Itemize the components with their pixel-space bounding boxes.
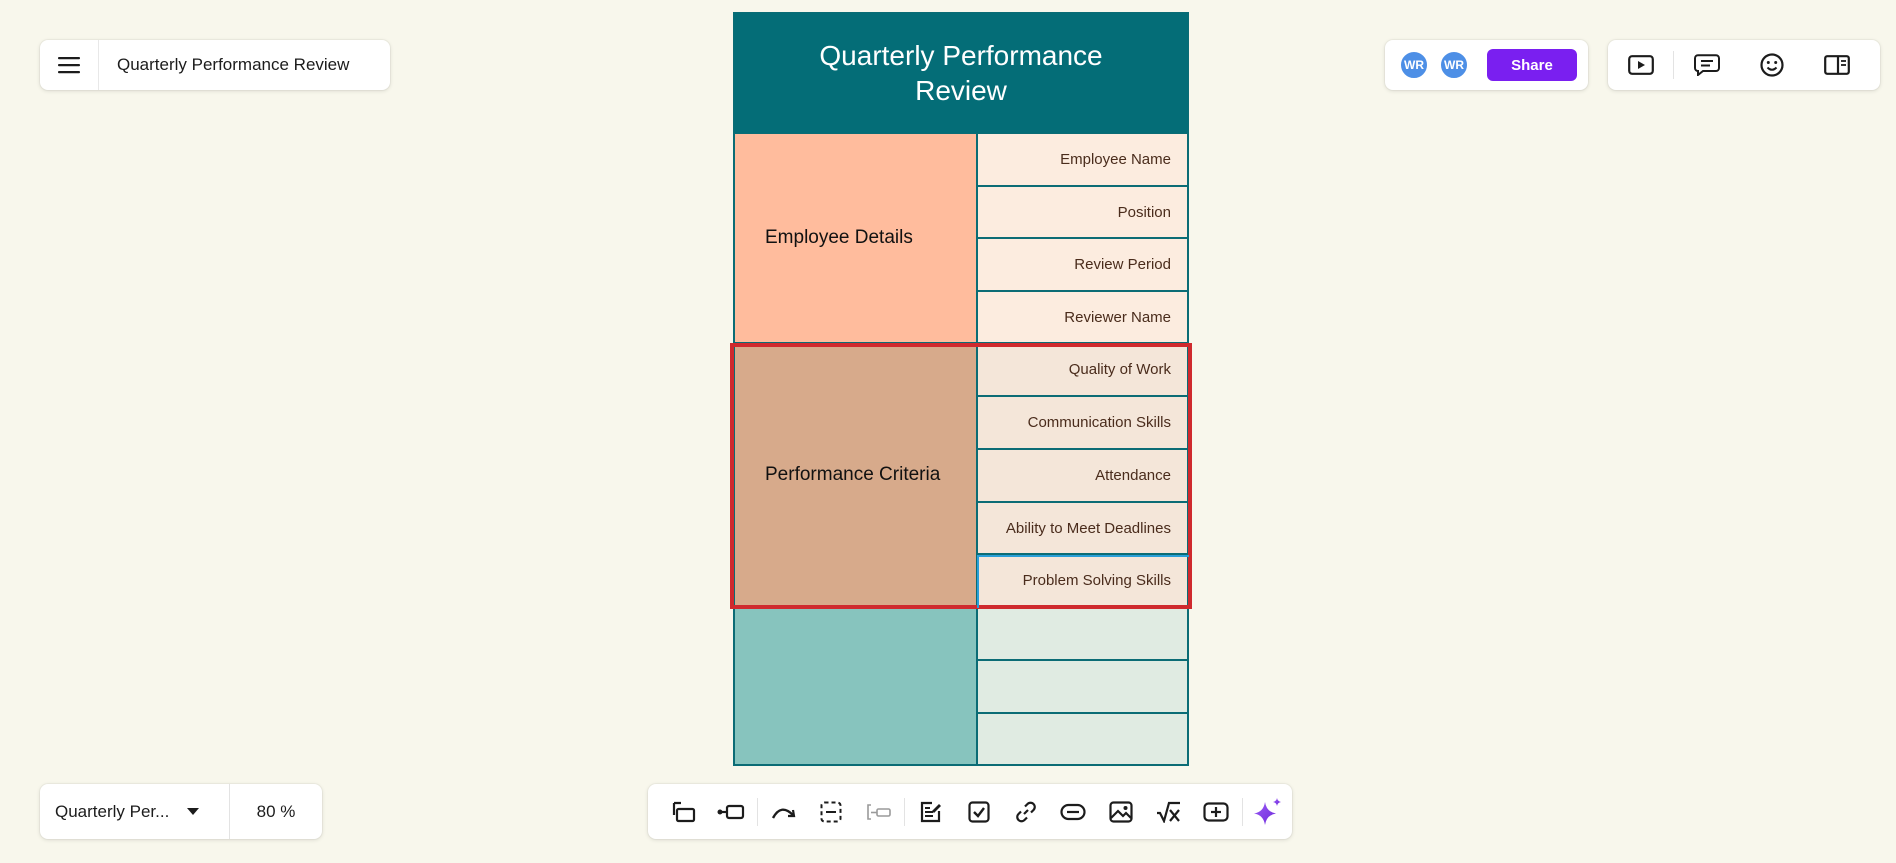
comments-button[interactable] xyxy=(1674,40,1739,90)
present-button[interactable] xyxy=(1608,40,1673,90)
reactions-button[interactable] xyxy=(1739,40,1804,90)
ai-assistant-button[interactable] xyxy=(1245,784,1292,839)
add-shape-button[interactable] xyxy=(1192,784,1239,839)
table-cell[interactable]: Reviewer Name xyxy=(978,292,1189,344)
avatar[interactable]: WR xyxy=(1399,50,1429,80)
embed-icon xyxy=(1060,803,1087,820)
note-button[interactable] xyxy=(907,784,954,839)
text-box-icon xyxy=(866,803,891,820)
image-button[interactable] xyxy=(1097,784,1144,839)
side-panel-icon xyxy=(1823,55,1850,75)
board-title[interactable]: Quarterly Performance Review xyxy=(99,55,349,75)
image-icon xyxy=(1109,800,1133,823)
board-name: Quarterly Per... xyxy=(55,801,170,821)
frame-icon xyxy=(672,801,695,822)
table-cell[interactable]: Quality of Work xyxy=(978,344,1189,397)
checkbox-button[interactable] xyxy=(955,784,1002,839)
section-performance-criteria[interactable]: Performance Criteria xyxy=(733,344,978,608)
link-icon xyxy=(1016,801,1036,822)
table-cell[interactable] xyxy=(978,714,1189,766)
hamburger-menu-icon xyxy=(58,57,80,74)
board-title-panel: Quarterly Performance Review xyxy=(40,40,390,90)
board-select-dropdown[interactable]: Quarterly Per... xyxy=(40,784,230,839)
frame-button[interactable] xyxy=(660,784,707,839)
table-cell[interactable]: Ability to Meet Deadlines xyxy=(978,503,1189,555)
zoom-level[interactable]: 80 % xyxy=(230,802,322,822)
checkbox-icon xyxy=(967,800,990,823)
side-panel-button[interactable] xyxy=(1804,40,1869,90)
divider xyxy=(1241,797,1243,826)
table-cell[interactable]: Employee Name xyxy=(978,134,1189,187)
table-cell[interactable] xyxy=(978,608,1189,661)
divider xyxy=(756,797,758,826)
connector-button[interactable] xyxy=(707,784,754,839)
table-cell[interactable]: Communication Skills xyxy=(978,397,1189,450)
share-button[interactable]: Share xyxy=(1487,49,1577,81)
table-cell[interactable]: Position xyxy=(978,187,1189,239)
text-box-button[interactable] xyxy=(855,784,902,839)
reactions-icon xyxy=(1759,53,1784,77)
divider xyxy=(904,797,906,826)
formula-icon xyxy=(1157,801,1181,823)
connector-icon xyxy=(717,804,745,819)
bottom-toolbar xyxy=(648,784,1292,839)
chevron-down-icon xyxy=(187,807,200,815)
collaborators-panel: WR WR Share xyxy=(1385,40,1588,90)
menu-button[interactable] xyxy=(40,40,99,90)
board-switcher-panel: Quarterly Per... 80 % xyxy=(40,784,322,839)
performance-review-table[interactable]: Quarterly Performance Review Employee De… xyxy=(733,12,1189,766)
ai-sparkle-icon xyxy=(1254,797,1282,825)
add-shape-icon xyxy=(1203,801,1229,822)
present-icon xyxy=(1627,55,1654,75)
section-empty[interactable] xyxy=(733,608,978,766)
comments-icon xyxy=(1693,54,1720,76)
table-title[interactable]: Quarterly Performance Review xyxy=(733,12,1189,134)
embed-button[interactable] xyxy=(1050,784,1097,839)
top-tools-panel xyxy=(1608,40,1880,90)
avatar[interactable]: WR xyxy=(1439,50,1469,80)
table-cell[interactable] xyxy=(978,661,1189,714)
formula-button[interactable] xyxy=(1145,784,1192,839)
table-cell[interactable]: Review Period xyxy=(978,239,1189,292)
select-area-button[interactable] xyxy=(807,784,854,839)
curve-arrow-icon xyxy=(771,808,795,819)
select-area-icon xyxy=(820,801,842,822)
note-icon xyxy=(920,801,942,822)
table-cell[interactable]: Problem Solving Skills xyxy=(978,555,1189,608)
section-employee-details[interactable]: Employee Details xyxy=(733,134,978,344)
table-cell[interactable]: Attendance xyxy=(978,450,1189,503)
curve-arrow-button[interactable] xyxy=(760,784,807,839)
link-button[interactable] xyxy=(1002,784,1049,839)
